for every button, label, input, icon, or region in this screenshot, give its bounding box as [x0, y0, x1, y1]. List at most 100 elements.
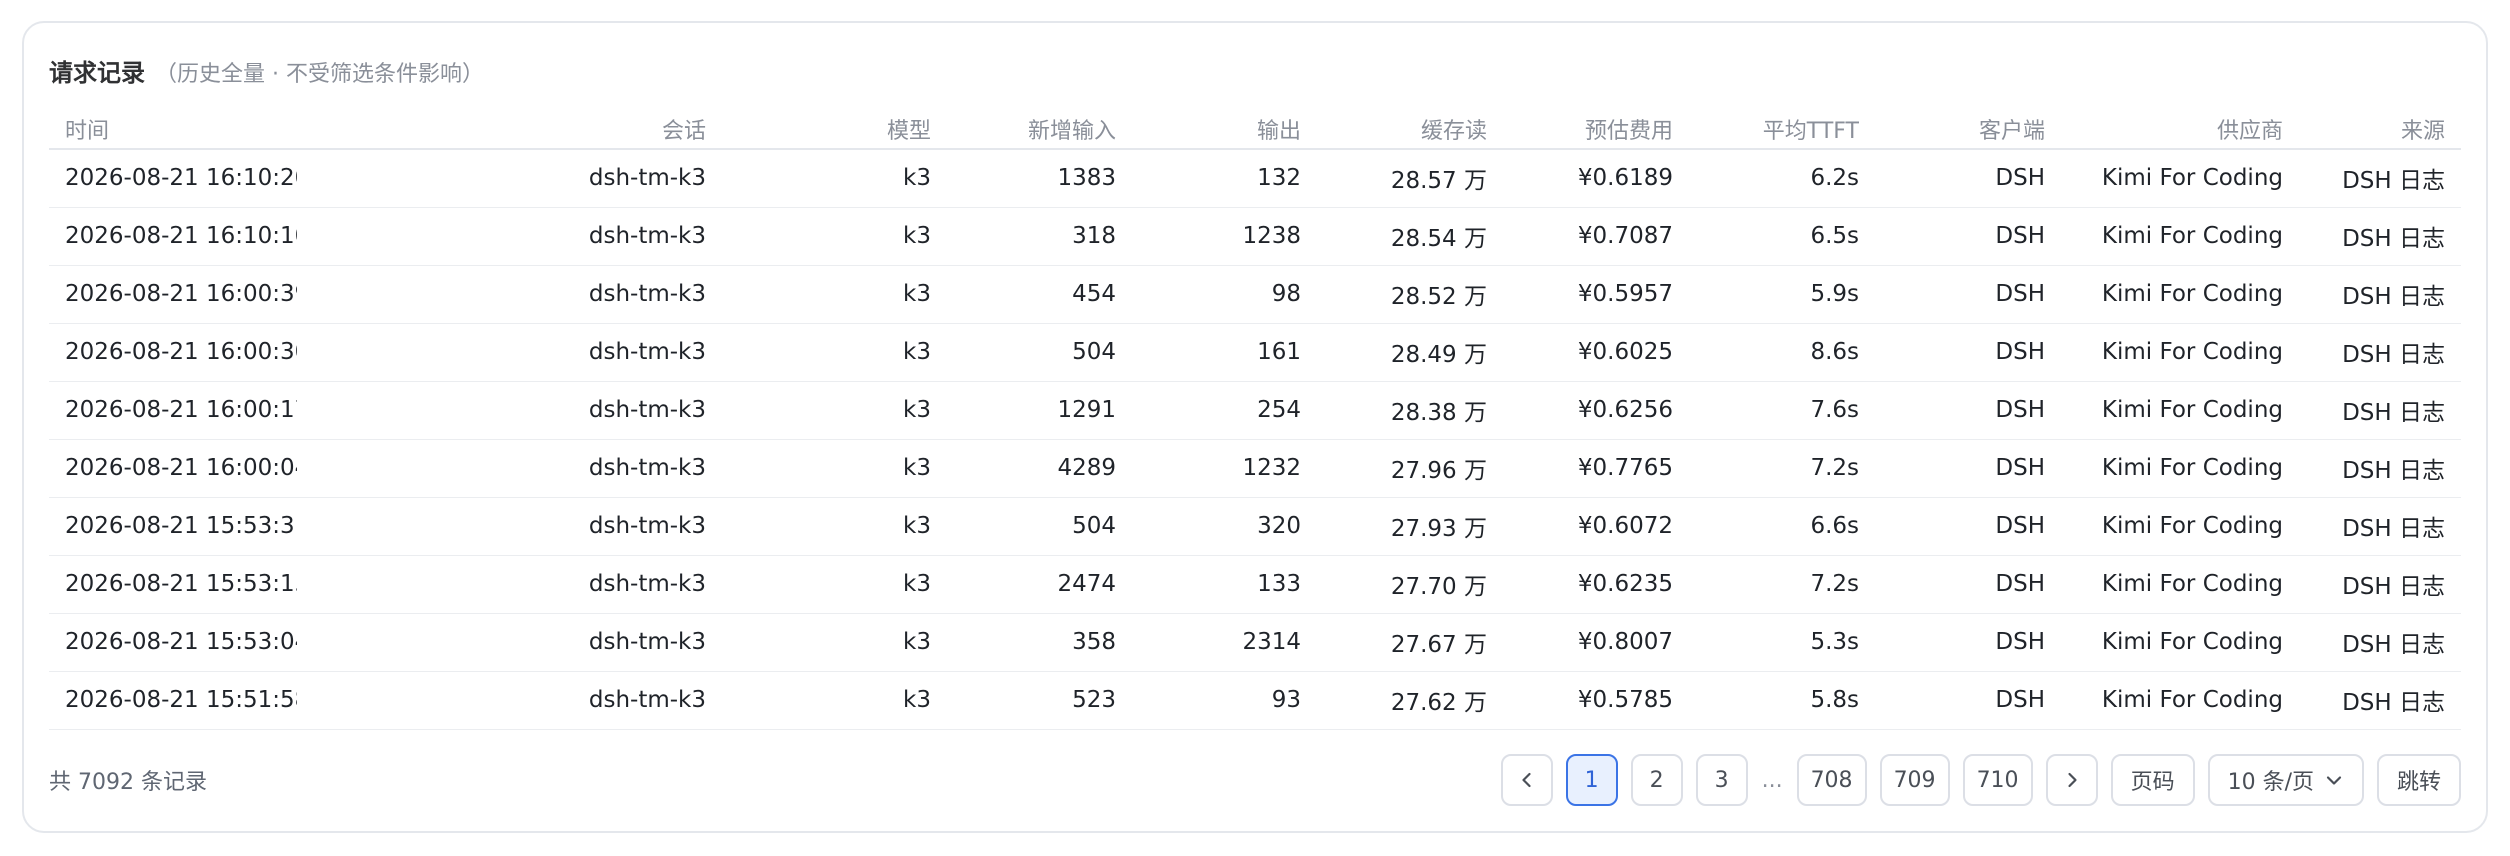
cell-provider: Kimi For Coding [2061, 323, 2299, 382]
cell-client: DSH [1875, 613, 2061, 672]
page-number-input[interactable]: 页码 [2110, 754, 2195, 806]
cell-est-cost: ¥0.6025 [1503, 323, 1689, 382]
table-header-row: 时间 会话 模型 新增输入 输出 缓存读 预估费用 平均TTFT 客户端 供应商… [49, 109, 2461, 150]
cell-avg-ttft: 6.2s [1689, 149, 1875, 208]
column-header-session: 会话 [297, 109, 722, 150]
cell-output: 93 [1132, 671, 1317, 730]
page-size-select[interactable]: 10 条/页 [2207, 754, 2364, 806]
jump-button[interactable]: 跳转 [2376, 754, 2461, 806]
cell-provider: Kimi For Coding [2061, 265, 2299, 324]
cell-source: DSH 日志 [2299, 613, 2461, 672]
chevron-left-icon [1521, 772, 1531, 788]
cell-avg-ttft: 5.3s [1689, 613, 1875, 672]
page-button-709[interactable]: 709 [1879, 754, 1950, 806]
cell-est-cost: ¥0.7087 [1503, 207, 1689, 266]
cell-output: 98 [1132, 265, 1317, 324]
cell-client: DSH [1875, 497, 2061, 556]
cell-new-input: 504 [947, 323, 1132, 382]
cell-client: DSH [1875, 671, 2061, 730]
cell-new-input: 358 [947, 613, 1132, 672]
cell-avg-ttft: 7.6s [1689, 381, 1875, 440]
cell-new-input: 1291 [947, 381, 1132, 440]
cell-avg-ttft: 6.5s [1689, 207, 1875, 266]
column-header-provider: 供应商 [2061, 109, 2299, 150]
cell-new-input: 504 [947, 497, 1132, 556]
cell-output: 133 [1132, 555, 1317, 614]
cell-new-input: 4289 [947, 439, 1132, 498]
cell-source: DSH 日志 [2299, 439, 2461, 498]
cell-session: dsh-tm-k3 [297, 439, 722, 498]
column-header-client: 客户端 [1875, 109, 2061, 150]
card-subtitle: （历史全量 · 不受筛选条件影响） [155, 62, 484, 87]
cell-output: 161 [1132, 323, 1317, 382]
cell-output: 320 [1132, 497, 1317, 556]
cell-source: DSH 日志 [2299, 555, 2461, 614]
cell-avg-ttft: 7.2s [1689, 555, 1875, 614]
cell-session: dsh-tm-k3 [297, 671, 722, 730]
column-header-new-input: 新增输入 [947, 109, 1132, 150]
cell-session: dsh-tm-k3 [297, 149, 722, 208]
cell-est-cost: ¥0.5785 [1503, 671, 1689, 730]
cell-provider: Kimi For Coding [2061, 555, 2299, 614]
card-header: 请求记录 （历史全量 · 不受筛选条件影响） [49, 53, 484, 88]
cell-time: 2026-08-21 16:10:20 [49, 149, 297, 208]
cell-cache-read: 28.57 万 [1317, 149, 1503, 208]
cell-avg-ttft: 8.6s [1689, 323, 1875, 382]
cell-time: 2026-08-21 16:00:30 [49, 323, 297, 382]
cell-time: 2026-08-21 16:00:17 [49, 381, 297, 440]
cell-est-cost: ¥0.6256 [1503, 381, 1689, 440]
cell-provider: Kimi For Coding [2061, 149, 2299, 208]
cell-time: 2026-08-21 15:53:31 [49, 497, 297, 556]
page-button-2[interactable]: 2 [1630, 754, 1683, 806]
cell-model: k3 [722, 497, 947, 556]
page-button-3[interactable]: 3 [1695, 754, 1748, 806]
cell-session: dsh-tm-k3 [297, 265, 722, 324]
cell-cache-read: 27.70 万 [1317, 555, 1503, 614]
cell-model: k3 [722, 381, 947, 440]
cell-session: dsh-tm-k3 [297, 497, 722, 556]
page-button-710[interactable]: 710 [1962, 754, 2033, 806]
cell-cache-read: 28.49 万 [1317, 323, 1503, 382]
cell-est-cost: ¥0.8007 [1503, 613, 1689, 672]
column-header-time: 时间 [49, 109, 297, 150]
table-row: 2026-08-21 16:00:30 dsh-tm-k3 k3 504 161 28.4… [49, 323, 2461, 382]
table-row: 2026-08-21 16:00:39 dsh-tm-k3 k3 454 98 28.52… [49, 265, 2461, 324]
page-button-708[interactable]: 708 [1796, 754, 1867, 806]
cell-client: DSH [1875, 207, 2061, 266]
cell-source: DSH 日志 [2299, 149, 2461, 208]
table-row: 2026-08-21 15:53:04 dsh-tm-k3 k3 358 2314 27.… [49, 613, 2461, 672]
pagination-ellipsis: ... [1761, 767, 1783, 793]
table-row: 2026-08-21 15:51:58 dsh-tm-k3 k3 523 93 27.62… [49, 671, 2461, 730]
cell-model: k3 [722, 439, 947, 498]
cell-output: 2314 [1132, 613, 1317, 672]
cell-avg-ttft: 7.2s [1689, 439, 1875, 498]
cell-new-input: 454 [947, 265, 1132, 324]
next-page-button[interactable] [2045, 754, 2098, 806]
cell-output: 132 [1132, 149, 1317, 208]
cell-source: DSH 日志 [2299, 381, 2461, 440]
cell-session: dsh-tm-k3 [297, 323, 722, 382]
cell-cache-read: 28.38 万 [1317, 381, 1503, 440]
chevron-down-icon [2326, 776, 2342, 785]
cell-output: 254 [1132, 381, 1317, 440]
column-header-output: 输出 [1132, 109, 1317, 150]
pagination: 1 2 3 ... 708 709 710 页码 10 条/页 跳转 [1500, 754, 2461, 806]
cell-model: k3 [722, 265, 947, 324]
prev-page-button[interactable] [1500, 754, 1553, 806]
cell-output: 1232 [1132, 439, 1317, 498]
cell-model: k3 [722, 555, 947, 614]
cell-provider: Kimi For Coding [2061, 497, 2299, 556]
column-header-model: 模型 [722, 109, 947, 150]
cell-model: k3 [722, 671, 947, 730]
cell-model: k3 [722, 207, 947, 266]
cell-model: k3 [722, 613, 947, 672]
cell-time: 2026-08-21 15:53:15 [49, 555, 297, 614]
cell-time: 2026-08-21 16:00:04 [49, 439, 297, 498]
pagination-footer: 共 7092 条记录 1 2 3 ... 708 709 710 页码 10 条… [49, 754, 2461, 806]
cell-client: DSH [1875, 149, 2061, 208]
cell-client: DSH [1875, 323, 2061, 382]
cell-cache-read: 27.96 万 [1317, 439, 1503, 498]
cell-source: DSH 日志 [2299, 207, 2461, 266]
page-button-1[interactable]: 1 [1565, 754, 1618, 806]
table-row: 2026-08-21 16:10:10 dsh-tm-k3 k3 318 1238 28.… [49, 207, 2461, 266]
